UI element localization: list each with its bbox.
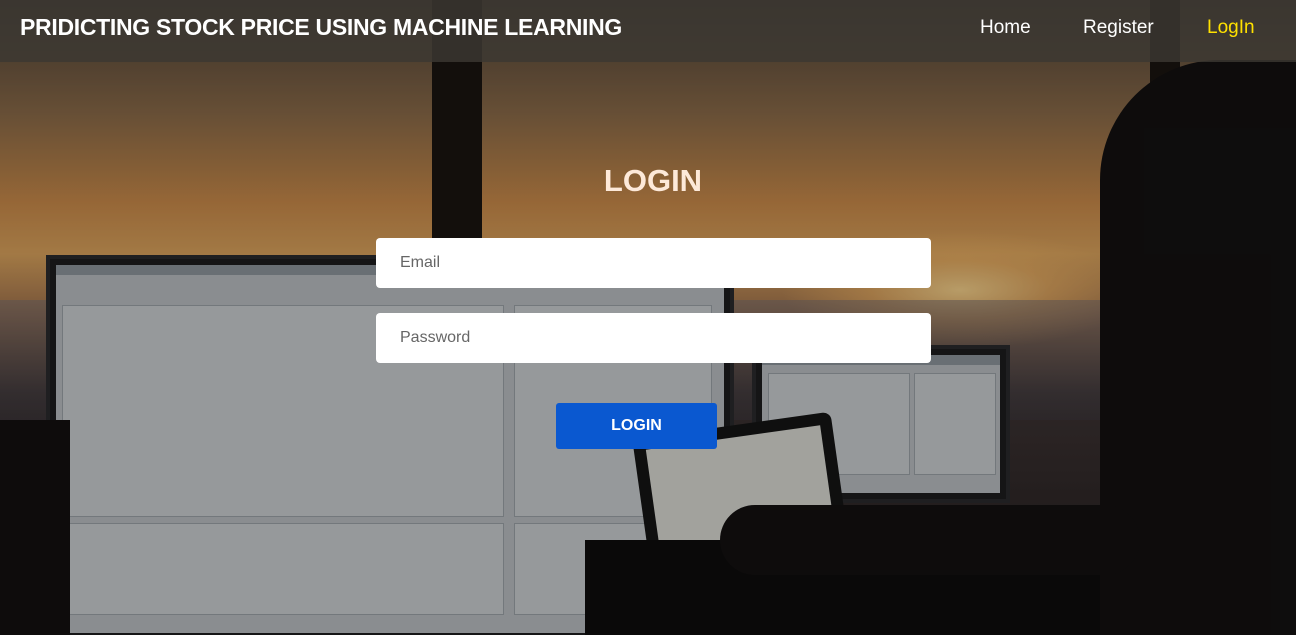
- site-title: PRIDICTING STOCK PRICE USING MACHINE LEA…: [20, 14, 622, 40]
- nav-link-login[interactable]: LogIn: [1207, 17, 1255, 39]
- nav-link-register[interactable]: Register: [1083, 17, 1154, 39]
- nav-link-home[interactable]: Home: [980, 17, 1031, 39]
- navbar: PRIDICTING STOCK PRICE USING MACHINE LEA…: [0, 0, 1296, 62]
- login-title: LOGIN: [603, 163, 703, 198]
- email-field[interactable]: [376, 238, 931, 288]
- login-button[interactable]: LOGIN: [556, 403, 717, 449]
- password-field[interactable]: [376, 313, 931, 363]
